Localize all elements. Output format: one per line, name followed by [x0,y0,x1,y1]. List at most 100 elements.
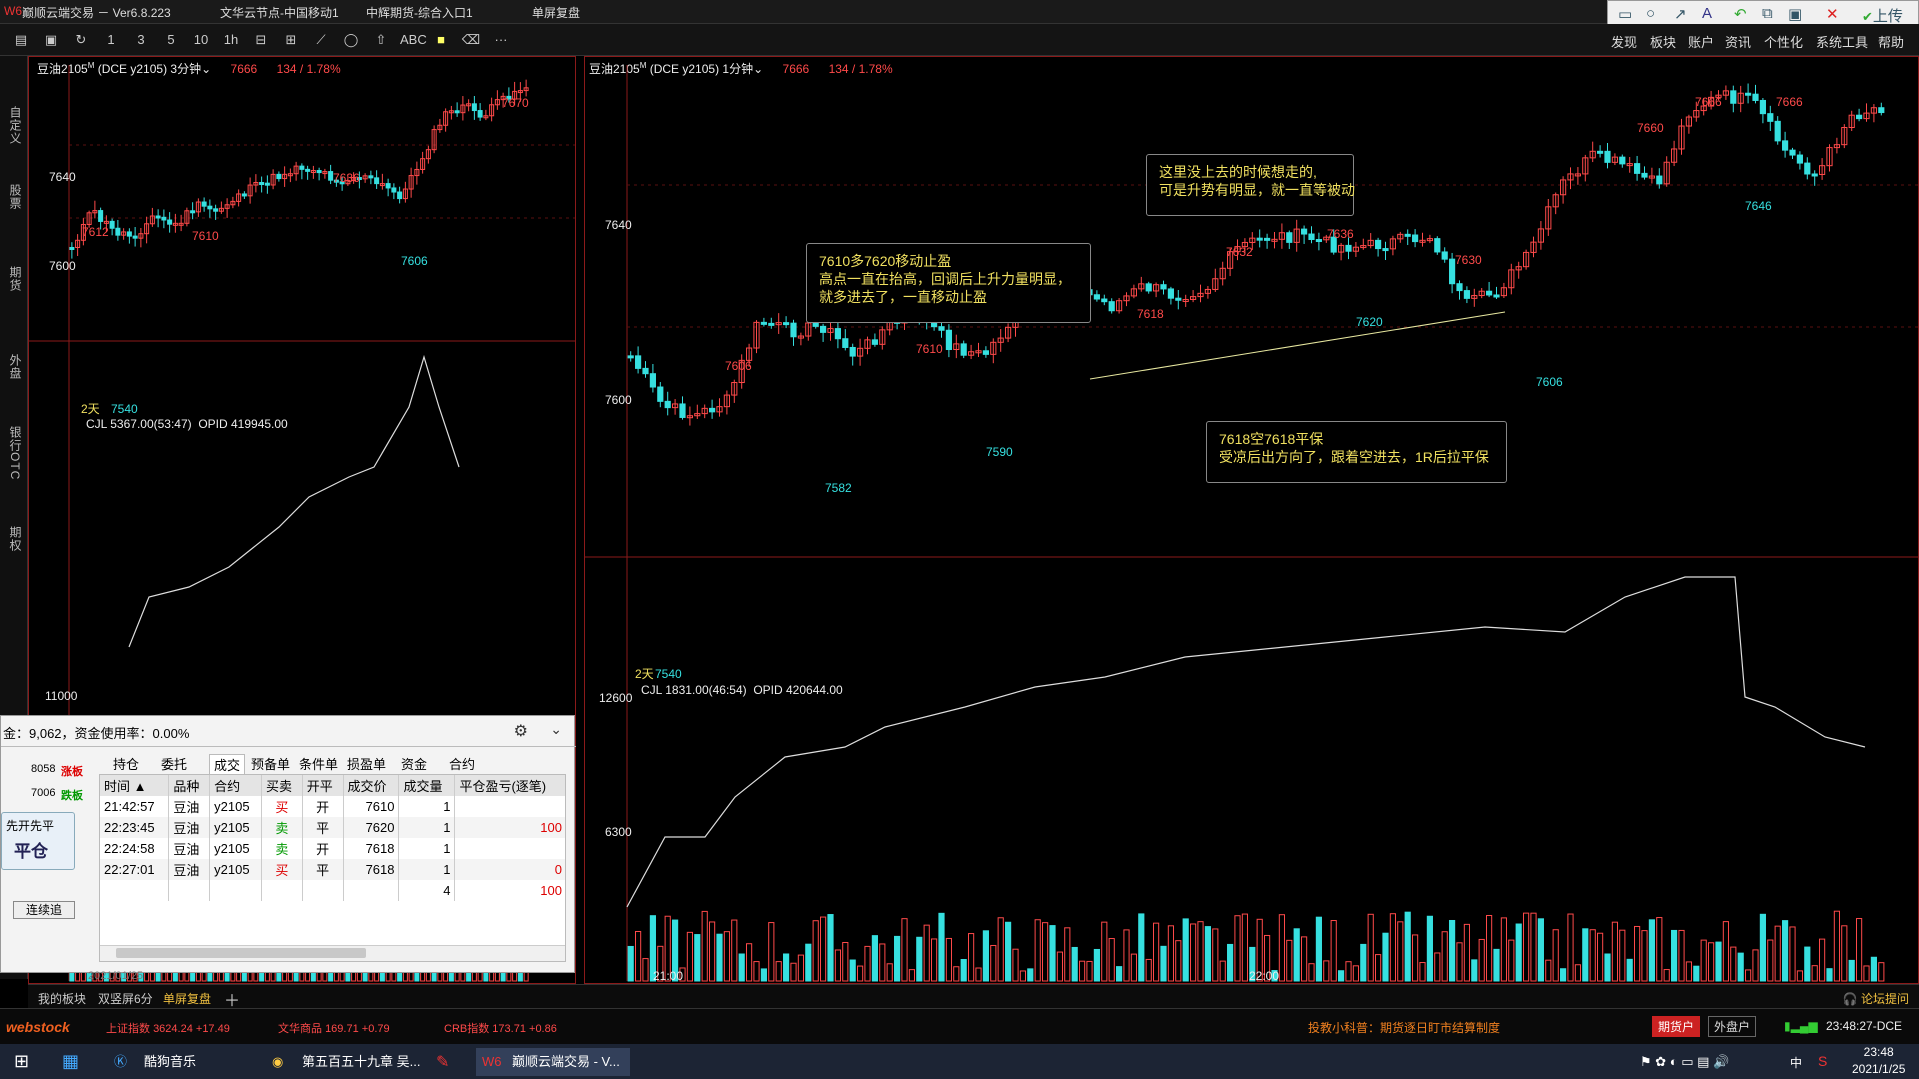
column-header[interactable]: 成交价 [343,775,400,796]
refresh-icon[interactable]: ↻ [70,30,92,50]
chase-button[interactable]: 连续追 [13,901,75,919]
crb-index[interactable]: CRB指数 173.71 +0.86 [444,1020,557,1036]
scroll-thumb[interactable] [116,948,366,958]
task-trading[interactable]: W6 巅顺云端交易 - V... [476,1048,630,1076]
ellipse-icon[interactable]: ◯ [340,30,362,50]
table-row[interactable]: 21:42:57 豆油 y2105 买开 7610 1 [100,796,565,817]
upload-button[interactable]: ✔上传 [1862,5,1903,26]
column-header[interactable]: 品种 [168,775,211,796]
column-header[interactable]: 时间 ▲ [100,775,170,796]
toolbar-button[interactable]: 1h [220,30,242,50]
menu-5[interactable]: 系统工具 [1816,32,1868,51]
volume-bar [1508,939,1515,982]
menu-6[interactable]: 帮助 [1878,32,1904,51]
menu-2[interactable]: 账户 [1688,32,1714,51]
trade-table-box: 时间 ▲ 品种 合约 买卖 开平 成交价 成交量 平仓盈亏(逐笔) 21:42:57 豆油 y21… [99,774,566,962]
task-kugou[interactable]: Ⓚ 酷狗音乐 [108,1048,258,1076]
column-header[interactable]: 平仓盈亏(逐笔) [454,775,565,796]
order-tab[interactable]: 成交 [209,754,246,775]
table-row[interactable]: 22:24:58 豆油 y2105 卖开 7618 1 [100,838,565,859]
chevron-down-icon[interactable]: ⌄ [550,721,562,738]
order-tab[interactable]: 损盈单 [347,754,386,773]
volume-bar [1108,938,1115,982]
sh-index[interactable]: 上证指数 3624.24 +17.49 [106,1020,230,1036]
outer-account-button[interactable]: 外盘户 [1708,1016,1757,1037]
text-icon[interactable]: A [1702,5,1712,22]
arrow-icon[interactable]: ⇧ [370,30,392,50]
volume-bar [1286,939,1293,982]
eraser-icon[interactable]: ⌫ [460,30,482,50]
sidebar-tab[interactable]: 期权 [4,526,24,552]
toolbar-button[interactable]: 10 [190,30,212,50]
tray-clock[interactable]: 23:48 2021/1/25 [1852,1045,1905,1076]
toolbar-button[interactable]: 5 [160,30,182,50]
menu-1[interactable]: 板块 [1650,32,1676,51]
volume-bar [1597,932,1604,982]
line-icon[interactable]: ⟋ [310,30,332,50]
table-row[interactable]: 22:23:45 豆油 y2105 卖平 7620 1 100 [100,817,565,838]
sidebar-tab[interactable]: 期货 [4,266,24,292]
close-position-button[interactable]: 先开先平 平仓 [1,812,75,870]
rect-icon[interactable]: ▭ [1618,5,1632,23]
sidebar-tab[interactable]: 银行OTC [4,426,24,480]
order-tab[interactable]: 合约 [449,754,475,773]
horizontal-scrollbar[interactable] [100,945,565,961]
annotation-note[interactable]: 这里没上去的时候想走的, 可是升势有明显，就一直等被动 [1146,154,1355,216]
toolbar-button[interactable]: 1 [100,30,122,50]
vol-name[interactable]: CJL [641,683,662,697]
delete-icon[interactable]: ✕ [1826,5,1839,23]
menu-4[interactable]: 个性化 [1764,32,1803,51]
annotation-note[interactable]: 7610多7620移动止盈 高点一直在抬高，回调后上升力量明显， 就多进去了，一… [806,243,1091,323]
sidebar-tab[interactable]: 自定义 [4,106,24,145]
order-tab[interactable]: 预备单 [251,754,290,773]
column-header[interactable]: 成交量 [398,775,456,796]
tab-dual-screen[interactable]: 双竖屏6分 [98,990,153,1007]
sidebar-tab[interactable]: 股票 [4,184,24,210]
grid-icon[interactable]: ⊞ [280,30,302,50]
layout-icon[interactable]: ▤ [10,30,32,50]
tab-my-sectors[interactable]: 我的板块 [38,990,86,1007]
arrow-icon[interactable]: ↗ [1674,5,1687,23]
volume-bar [1419,962,1426,982]
volume-bar [1412,934,1419,982]
toolbar-button[interactable]: ABC [400,30,427,50]
forum-link[interactable]: 🎧 论坛提问 [1843,990,1909,1007]
pen-icon[interactable]: ✎ [436,1052,449,1072]
toolbar-button[interactable]: ··· [490,30,512,50]
menu-0[interactable]: 发现 [1611,32,1637,51]
order-tab[interactable]: 委托 [161,754,187,773]
menu-3[interactable]: 资讯 [1725,32,1751,51]
column-header[interactable]: 合约 [209,775,262,796]
vol-name[interactable]: CJL [86,417,107,431]
futures-account-button[interactable]: 期货户 [1652,1016,1701,1037]
explorer-icon[interactable]: ▦ [62,1051,79,1072]
table-row[interactable]: 4 100 [100,880,565,901]
split-icon[interactable]: ⊟ [250,30,272,50]
candle [167,219,173,225]
undo-icon[interactable]: ↶ [1734,5,1747,23]
sogou-icon[interactable]: S [1818,1053,1827,1069]
annotation-note[interactable]: 7618空7618平保 受凉后出方向了，跟着空进去，1R后拉平保 [1206,421,1507,483]
ime-indicator[interactable]: 中 [1790,1054,1802,1071]
circle-icon[interactable]: ○ [1646,5,1655,22]
save-icon[interactable]: ▣ [40,30,62,50]
color-icon[interactable]: ■ [430,30,452,50]
tab-single-replay[interactable]: 单屏复盘 [163,990,211,1007]
copy-icon[interactable]: ⧉ [1762,5,1773,22]
disk-icon[interactable]: ▣ [1788,5,1802,23]
order-tab[interactable]: 条件单 [299,754,338,773]
wh-index[interactable]: 文华商品 169.71 +0.79 [278,1020,390,1036]
gear-icon[interactable]: ⚙ [514,721,528,741]
column-header[interactable]: 开平 [302,775,344,796]
windows-icon[interactable]: ⊞ [14,1051,29,1072]
candle [1167,288,1174,299]
sidebar-tab[interactable]: 外盘 [4,354,24,380]
toolbar-button[interactable]: 3 [130,30,152,50]
task-chrome[interactable]: ◉ 第五百五十九章 吴... [266,1048,420,1076]
tip-text[interactable]: 投教小科普：期货逐日盯市结算制度 [1308,1019,1500,1036]
table-row[interactable]: 22:27:01 豆油 y2105 买平 7618 1 0 [100,859,565,880]
order-tab[interactable]: 资金 [401,754,427,773]
tray-icons[interactable]: ⚑ ✿ ◐ ▭ ▤ 🔊 [1640,1054,1729,1070]
column-header[interactable]: 买卖 [261,775,303,796]
order-tab[interactable]: 持仓 [113,754,139,773]
